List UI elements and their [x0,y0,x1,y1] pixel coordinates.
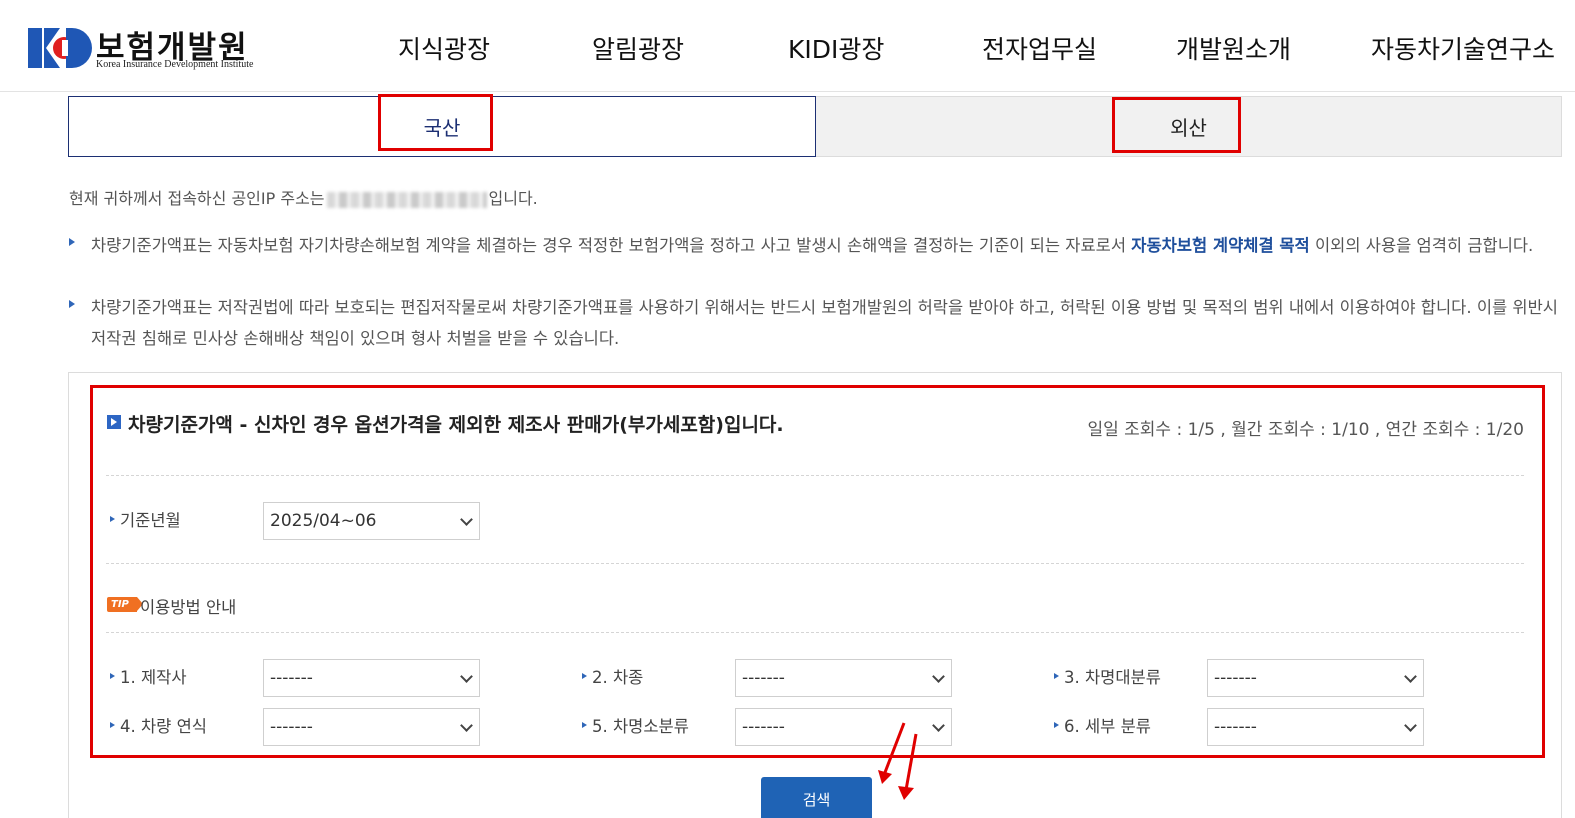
site-header: 보험개발원 Korea Insurance Development Instit… [0,0,1575,92]
notice-text: 차량기준가액표는 저작권법에 따라 보호되는 편집저작물로써 차량기준가액표를 … [91,298,1558,348]
search-button-label: 검색 [802,791,831,809]
nav-auto-tech-institute[interactable]: 자동차기술연구소 [1371,30,1555,66]
highlight-box-domestic [378,94,493,151]
search-button[interactable]: 검색 [761,777,872,818]
ip-notice-prefix: 현재 귀하께서 접속하신 공인IP 주소는 [69,189,325,208]
nav-notice[interactable]: 알림광장 [592,30,684,66]
ip-notice-suffix: 입니다. [488,189,538,208]
nav-knowledge[interactable]: 지식광장 [398,30,490,66]
notice-text: 차량기준가액표는 자동차보험 자기차량손해보험 계약을 체결하는 경우 적정한 … [91,236,1132,255]
kidi-logo-mark-icon [28,28,92,68]
logo-english-text: Korea Insurance Development Institute [96,59,254,70]
annotation-arrows-icon [878,722,918,800]
nav-e-office[interactable]: 전자업무실 [982,30,1097,66]
highlight-box-foreign [1112,97,1241,153]
ip-notice: 현재 귀하께서 접속하신 공인IP 주소는 입니다. [69,185,538,209]
notice-link[interactable]: 자동차보험 계약체결 목적 [1131,236,1309,255]
notice-item: 차량기준가액표는 저작권법에 따라 보호되는 편집저작물로써 차량기준가액표를 … [69,292,1564,354]
notice-item: 차량기준가액표는 자동차보험 자기차량손해보험 계약을 체결하는 경우 적정한 … [69,230,1564,261]
bullet-icon [69,300,75,308]
blurred-ip-address [326,191,487,208]
nav-kidi[interactable]: KIDI광장 [788,30,884,66]
highlight-box-search-form [90,385,1545,758]
bullet-icon [69,238,75,246]
notice-text: 이외의 사용을 엄격히 금합니다. [1309,236,1534,255]
nav-about[interactable]: 개발원소개 [1176,30,1291,66]
kidi-logo[interactable]: 보험개발원 Korea Insurance Development Instit… [26,22,276,74]
